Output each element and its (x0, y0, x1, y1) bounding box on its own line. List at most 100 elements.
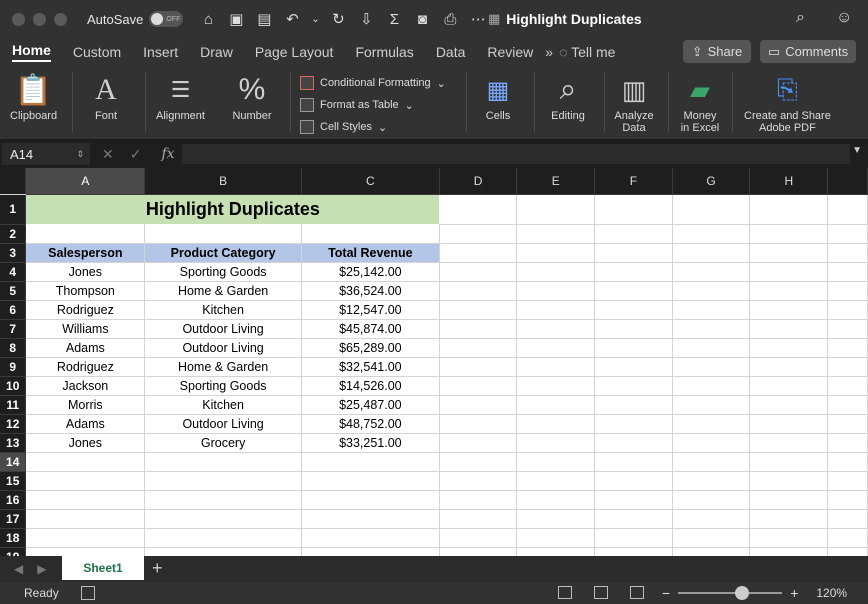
empty-cell[interactable] (301, 224, 440, 244)
empty-cell[interactable] (749, 547, 829, 556)
data-cell[interactable]: Jones (25, 262, 146, 282)
empty-cell[interactable] (439, 281, 518, 301)
clipboard-group[interactable]: 📋 Clipboard (10, 70, 57, 123)
empty-cell[interactable] (301, 471, 440, 491)
data-cell[interactable]: Adams (25, 338, 146, 358)
row-header[interactable]: 19 (0, 547, 27, 556)
font-group[interactable]: A Font (86, 70, 126, 122)
empty-cell[interactable] (672, 528, 751, 548)
save-icon[interactable]: ▣ (227, 10, 245, 28)
data-cell[interactable]: $25,142.00 (301, 262, 440, 282)
prev-sheet-icon[interactable]: ◀ (14, 562, 23, 576)
tell-me[interactable]: ◌ Tell me (559, 44, 615, 60)
empty-cell[interactable] (594, 414, 673, 434)
empty-cell[interactable] (439, 300, 518, 320)
empty-cell[interactable] (672, 452, 751, 472)
empty-cell[interactable] (749, 452, 829, 472)
column-title-cell[interactable]: Product Category (144, 243, 302, 263)
empty-cell[interactable] (25, 528, 146, 548)
empty-cell[interactable] (25, 471, 146, 491)
zoom-window-button[interactable] (54, 12, 67, 26)
row-header[interactable]: 12 (0, 414, 27, 434)
row-header[interactable]: 18 (0, 528, 27, 548)
zoom-slider-knob[interactable] (735, 586, 750, 600)
empty-cell[interactable] (749, 528, 829, 548)
empty-cell[interactable] (749, 281, 829, 301)
empty-cell[interactable] (594, 194, 673, 225)
empty-cell[interactable] (439, 528, 518, 548)
empty-cell[interactable] (594, 357, 673, 377)
minimize-window-button[interactable] (33, 12, 46, 26)
empty-cell[interactable] (749, 338, 829, 358)
worksheet-grid[interactable]: A B C D E F G H 1 Highlight Duplicates 2 3 Salespers… (0, 168, 868, 556)
empty-cell[interactable] (594, 376, 673, 396)
empty-cell[interactable] (439, 509, 518, 529)
empty-cell[interactable] (672, 509, 751, 529)
empty-cell[interactable] (749, 194, 829, 225)
empty-cell[interactable] (516, 528, 596, 548)
empty-cell[interactable] (672, 224, 751, 244)
home-icon[interactable]: ⌂ (199, 10, 217, 28)
empty-cell[interactable] (594, 243, 673, 263)
row-header[interactable]: 15 (0, 471, 27, 491)
data-cell[interactable]: $45,874.00 (301, 319, 440, 339)
data-cell[interactable]: Rodriguez (25, 357, 146, 377)
data-cell[interactable]: $65,289.00 (301, 338, 440, 358)
data-cell[interactable]: Kitchen (144, 300, 302, 320)
empty-cell[interactable] (594, 281, 673, 301)
empty-cell[interactable] (439, 357, 518, 377)
column-header-f[interactable]: F (594, 168, 673, 195)
cell-styles-button[interactable]: Cell Styles ⌄ (300, 116, 446, 138)
data-cell[interactable]: Sporting Goods (144, 262, 302, 282)
empty-cell[interactable] (672, 300, 751, 320)
empty-cell[interactable] (594, 300, 673, 320)
empty-cell[interactable] (439, 243, 518, 263)
empty-cell[interactable] (516, 547, 596, 556)
empty-cell[interactable] (25, 547, 146, 556)
column-title-cell[interactable]: Total Revenue (301, 243, 440, 263)
empty-cell[interactable] (439, 395, 518, 415)
empty-cell[interactable] (516, 414, 596, 434)
data-cell[interactable]: Kitchen (144, 395, 302, 415)
empty-cell[interactable] (301, 490, 440, 510)
formula-bar-expand-icon[interactable]: ▼ (852, 145, 862, 156)
empty-cell[interactable] (516, 224, 596, 244)
empty-cell[interactable] (672, 357, 751, 377)
row-header[interactable]: 8 (0, 338, 27, 358)
insert-function-button[interactable]: fx (161, 146, 174, 163)
empty-cell[interactable] (594, 224, 673, 244)
empty-cell[interactable] (516, 433, 596, 453)
tab-formulas[interactable]: Formulas (355, 44, 413, 60)
name-box[interactable]: A14 ⇕ (2, 143, 90, 165)
row-header[interactable]: 5 (0, 281, 27, 301)
empty-cell[interactable] (594, 509, 673, 529)
data-cell[interactable]: Jackson (25, 376, 146, 396)
empty-cell[interactable] (672, 194, 751, 225)
empty-cell[interactable] (672, 338, 751, 358)
empty-cell[interactable] (749, 471, 829, 491)
zoom-out-icon[interactable]: − (662, 585, 670, 601)
more-icon[interactable]: ⋯ (469, 10, 487, 28)
row-header[interactable]: 4 (0, 262, 27, 282)
data-cell[interactable]: Rodriguez (25, 300, 146, 320)
empty-cell[interactable] (516, 509, 596, 529)
data-cell[interactable]: Grocery (144, 433, 302, 453)
empty-cell[interactable] (516, 319, 596, 339)
empty-cell[interactable] (594, 319, 673, 339)
empty-cell[interactable] (516, 194, 596, 225)
analyze-data-button[interactable]: ▥ Analyze Data (614, 70, 654, 135)
row-header[interactable]: 14 (0, 452, 27, 472)
empty-cell[interactable] (439, 376, 518, 396)
empty-cell[interactable] (749, 243, 829, 263)
column-header-b[interactable]: B (144, 168, 302, 195)
empty-cell[interactable] (672, 547, 751, 556)
undo-icon[interactable]: ↶ (283, 10, 301, 28)
empty-cell[interactable] (516, 452, 596, 472)
sort-icon[interactable]: ⇩ (357, 10, 375, 28)
empty-cell[interactable] (439, 490, 518, 510)
column-header-h[interactable]: H (749, 168, 829, 195)
empty-cell[interactable] (672, 433, 751, 453)
tab-review[interactable]: Review (487, 44, 533, 60)
empty-cell[interactable] (749, 395, 829, 415)
empty-cell[interactable] (516, 395, 596, 415)
